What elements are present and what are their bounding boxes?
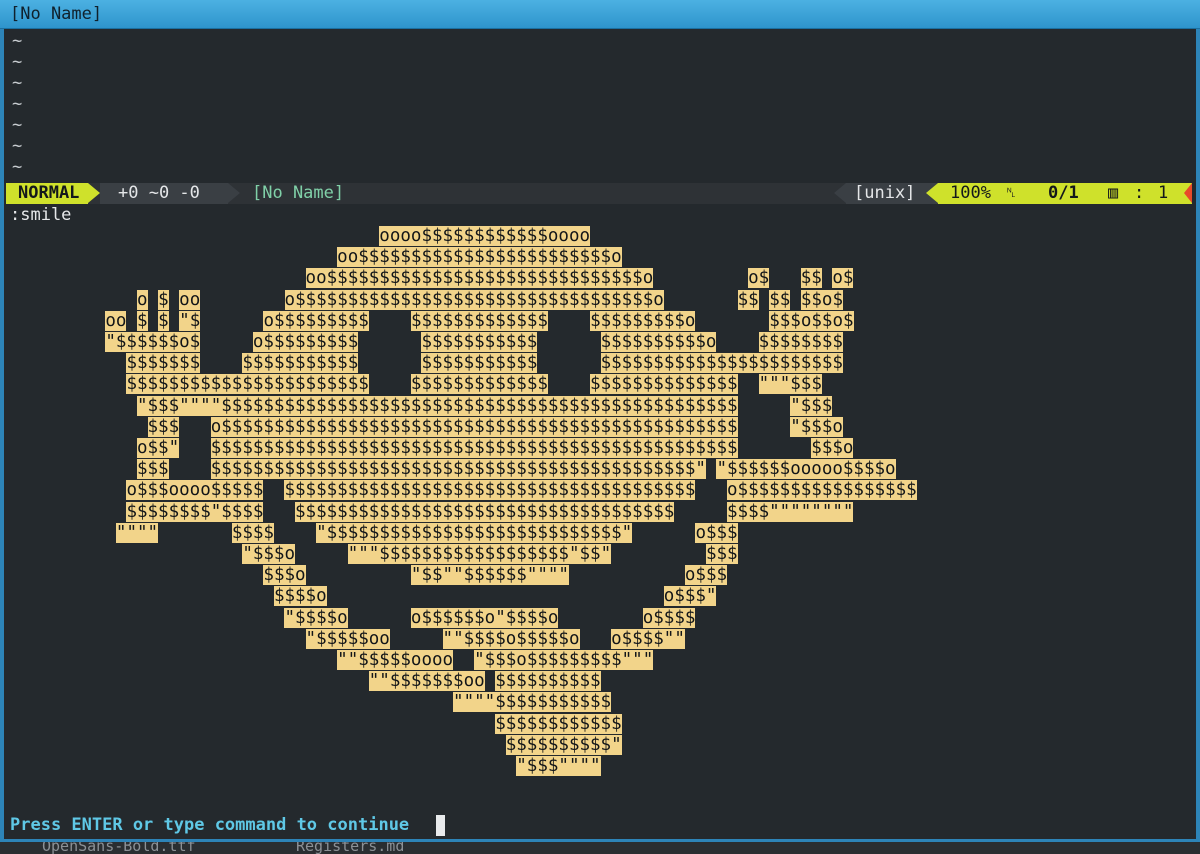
background-file-name: OpenSans-Bold.ttf [42,842,196,854]
smile-art-row: oo$$$$$$$$$$$$$$$$$$$$$$$$o [337,247,622,268]
ln-icon: ␤ [1006,186,1017,201]
position-separator: : [1134,183,1145,203]
empty-line-marker: ~ [12,115,23,135]
smile-art-row: ""$$$$$$$oo $$$$$$$$$$ [368,671,601,692]
text-cursor [436,815,445,836]
command-line[interactable]: :smile [10,205,71,226]
smile-art-row: $$$$$$$$$$$$ [495,713,622,734]
column-number: 1 [1158,183,1169,203]
separator-arrow-icon [834,183,846,203]
smile-art-row: $$$$o o$$$" [273,586,717,607]
window-titlebar[interactable]: [No Name] [0,0,1200,29]
smile-art-row: "$$$$o o$$$$$$o"$$$$o o$$$$ [284,607,696,628]
terminal-window: [No Name] ~ ~ ~ ~ ~ ~ ~ NORMAL +0 ~0 -0 … [0,0,1200,854]
smile-art-row: $$$$$$$ $$$$$$$$$$$ $$$$$$$$$$$ $$$$$$$$… [126,353,843,374]
smile-art-row: """"$$$$$$$$$$$ [453,692,612,713]
smile-art-row: $$$o "$$""$$$$$$"""" o$$$ [263,565,728,586]
background-file-name: Registers.md [296,842,405,854]
smile-art-row: "$$$$$$o$ o$$$$$$$$$ $$$$$$$$$$$ $$$$$$$… [105,332,843,352]
file-format: [unix] [846,183,938,204]
column-icon: ▥ [1108,183,1119,203]
scroll-percent: 100% [950,183,991,203]
status-filename: [No Name] [252,183,345,203]
empty-line-marker: ~ [12,94,23,114]
smile-art-row: o $ oo o$$$$$$$$$$$$$$$$$$$$$$$$$$$$$$$$… [136,289,843,310]
line-position: 0/1 [1048,183,1079,203]
smile-art-row: oo $ $ "$ o$$$$$$$$$ $$$$$$$$$$$$$ $$$$$… [105,310,854,331]
separator-arrow-icon [88,183,100,203]
empty-line-marker: ~ [12,31,23,51]
smile-art-row: $$$$$$$$$$" [505,734,622,755]
smile-art-row: $$$ o$$$$$$$$$$$$$$$$$$$$$$$$$$$$$$$$$$$… [147,416,843,437]
cursor-position: 100% ␤ 0/1 ▥ : 1 [938,183,1192,204]
smile-art-row: $$$ $$$$$$$$$$$$$$$$$$$$$$$$$$$$$$$$$$$$… [136,459,896,480]
smile-art-row: "$$$o """$$$$$$$$$$$$$$$$$$"$$" $$$ [242,544,738,564]
vim-statusline: NORMAL +0 ~0 -0 [No Name] [unix] 100% ␤ … [6,183,1192,204]
empty-line-marker: ~ [12,73,23,93]
empty-line-marker: ~ [12,136,23,156]
empty-line-marker: ~ [12,52,23,72]
smile-art-row: o$$$oooo$$$$$ $$$$$$$$$$$$$$$$$$$$$$$$$$… [126,480,917,501]
background-terminal-peek: OpenSans-Bold.ttf Registers.md [0,842,1200,854]
smile-art-row: "$$$$$oo ""$$$$o$$$$$o o$$$$"" [305,628,685,649]
smile-art-row: o$$" $$$$$$$$$$$$$$$$$$$$$$$$$$$$$$$$$$$… [136,438,854,458]
hit-enter-prompt: Press ENTER or type command to continue [10,815,410,835]
window-title: [No Name] [10,4,103,24]
mode-indicator: NORMAL [6,183,88,204]
smile-art-row: $$$$$$$$"$$$$ $$$$$$$$$$$$$$$$$$$$$$$$$$… [126,501,854,522]
separator-arrow-icon [228,183,240,203]
smile-art-row: """" $$$$ "$$$$$$$$$$$$$$$$$$$$$$$$$$$$"… [115,522,738,543]
smile-art-row: oo$$$$$$$$$$$$$$$$$$$$$$$$$$$$$$o o$ $$ … [305,268,854,289]
smile-art-row: "$$$"""" [516,756,601,776]
smile-art-row: "$$$""""$$$$$$$$$$$$$$$$$$$$$$$$$$$$$$$$… [136,395,833,416]
smile-art-row: ""$$$$$oooo "$$$o$$$$$$$$$""" [337,650,654,670]
git-diff-stats: +0 ~0 -0 [100,183,228,204]
separator-arrow-icon [926,183,938,203]
smile-art-row: oooo$$$$$$$$$$$$oooo [379,226,591,246]
warning-marker-icon [1184,183,1192,203]
empty-line-marker: ~ [12,157,23,177]
smile-art-row: $$$$$$$$$$$$$$$$$$$$$$$ $$$$$$$$$$$$$ $$… [126,374,822,395]
